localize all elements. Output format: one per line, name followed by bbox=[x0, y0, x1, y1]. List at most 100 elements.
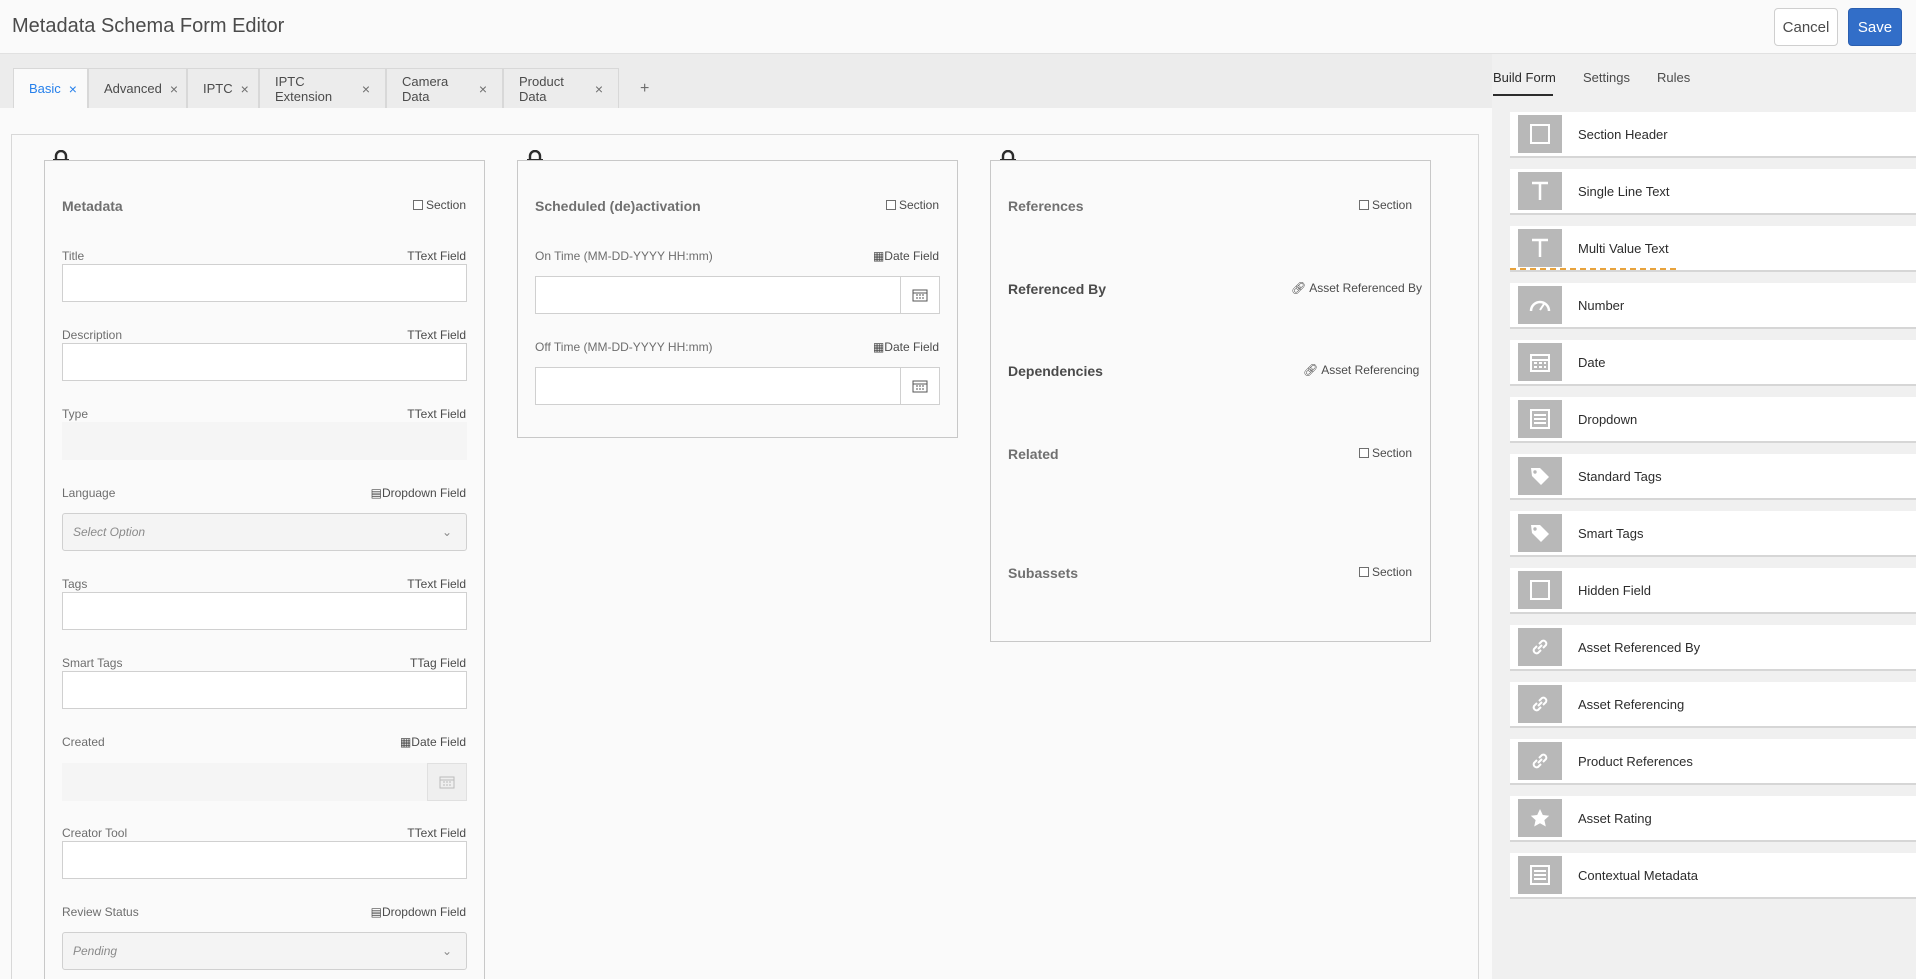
component-multi-value-text[interactable]: Multi Value Text bbox=[1510, 226, 1916, 272]
close-icon[interactable]: × bbox=[241, 81, 249, 97]
component-label: Number bbox=[1578, 297, 1625, 313]
field-label: Created bbox=[62, 735, 105, 749]
tab-label: IPTC bbox=[203, 81, 233, 96]
tab-label: Advanced bbox=[104, 81, 162, 96]
field-type: ▦Date Field bbox=[399, 735, 466, 749]
component-single-line-text[interactable]: Single Line Text bbox=[1510, 169, 1916, 215]
tab-build-form[interactable]: Build Form bbox=[1493, 70, 1556, 85]
created-field[interactable] bbox=[62, 763, 427, 801]
component-date[interactable]: Date bbox=[1510, 340, 1916, 386]
component-label: Dropdown bbox=[1578, 411, 1638, 427]
text-t-icon: T bbox=[407, 328, 415, 342]
section-title: Scheduled (de)activation bbox=[535, 198, 701, 214]
add-tab-button[interactable]: + bbox=[640, 80, 649, 98]
tab-rules[interactable]: Rules bbox=[1657, 70, 1690, 85]
section-type: 🔗︎ Asset Referencing bbox=[1303, 363, 1420, 377]
checkbox-icon bbox=[1359, 567, 1369, 577]
tab-iptc[interactable]: IPTC × bbox=[187, 68, 259, 108]
close-icon[interactable]: × bbox=[479, 81, 487, 97]
tab-label: Camera Data bbox=[402, 73, 449, 104]
component-asset-rating[interactable]: Asset Rating bbox=[1510, 796, 1916, 842]
review-status-dropdown[interactable]: Pending ⌄ bbox=[62, 932, 467, 970]
star-icon bbox=[1518, 799, 1562, 837]
component-label: Standard Tags bbox=[1578, 468, 1662, 484]
checkbox-icon bbox=[1359, 448, 1369, 458]
text-t-icon: T bbox=[407, 577, 415, 591]
link-icon bbox=[1518, 628, 1562, 666]
save-button[interactable]: Save bbox=[1848, 8, 1902, 46]
tags-field[interactable] bbox=[62, 592, 467, 630]
component-smart-tags[interactable]: Smart Tags bbox=[1510, 511, 1916, 557]
component-contextual-metadata[interactable]: Contextual Metadata bbox=[1510, 853, 1916, 899]
section-title: Metadata bbox=[62, 198, 123, 214]
tab-iptc-extension[interactable]: IPTC Extension × bbox=[259, 68, 386, 108]
chevron-down-icon: ⌄ bbox=[441, 944, 452, 958]
link-icon bbox=[1518, 742, 1562, 780]
field-label: Language bbox=[62, 486, 116, 500]
title-field[interactable] bbox=[62, 264, 467, 302]
section-type: Section bbox=[413, 198, 466, 212]
type-field[interactable] bbox=[62, 422, 467, 460]
field-type: ▦Date Field bbox=[872, 249, 939, 263]
section-title: Subassets bbox=[1008, 565, 1079, 581]
creator-tool-field[interactable] bbox=[62, 841, 467, 879]
component-label: Asset Rating bbox=[1578, 810, 1652, 826]
tab-camera-data[interactable]: Camera Data × bbox=[386, 68, 503, 108]
tab-label: Basic bbox=[29, 81, 61, 96]
component-asset-referencing[interactable]: Asset Referencing bbox=[1510, 682, 1916, 728]
description-field[interactable] bbox=[62, 343, 467, 381]
tag-icon bbox=[1518, 457, 1562, 495]
field-label: Creator Tool bbox=[62, 826, 128, 840]
field-type: TText Field bbox=[407, 249, 466, 263]
text-t-icon: T bbox=[407, 407, 415, 421]
field-label: Tags bbox=[62, 577, 88, 591]
tab-advanced[interactable]: Advanced × bbox=[88, 68, 187, 108]
close-icon[interactable]: × bbox=[595, 81, 603, 97]
tab-product-data[interactable]: Product Data × bbox=[503, 68, 619, 108]
text-t-icon bbox=[1518, 229, 1562, 267]
component-asset-referenced-by[interactable]: Asset Referenced By bbox=[1510, 625, 1916, 671]
language-dropdown[interactable]: Select Option ⌄ bbox=[62, 513, 467, 551]
dropdown-value: Pending bbox=[73, 944, 118, 958]
off-time-field[interactable] bbox=[535, 367, 901, 405]
component-dropdown[interactable]: Dropdown bbox=[1510, 397, 1916, 443]
calendar-icon: ▦ bbox=[399, 735, 412, 749]
cancel-button[interactable]: Cancel bbox=[1774, 8, 1838, 46]
dropdown-list-icon bbox=[1518, 400, 1562, 438]
close-icon[interactable]: × bbox=[170, 81, 178, 97]
smart-tags-field[interactable] bbox=[62, 671, 467, 709]
component-number[interactable]: Number bbox=[1510, 283, 1916, 329]
component-label: Single Line Text bbox=[1578, 183, 1670, 199]
calendar-icon: ▦ bbox=[872, 249, 885, 263]
calendar-button[interactable] bbox=[900, 276, 940, 314]
section-type: Section bbox=[1359, 446, 1412, 460]
tab-label: IPTC Extension bbox=[275, 73, 333, 104]
component-label: Smart Tags bbox=[1578, 525, 1644, 541]
close-icon[interactable]: × bbox=[69, 81, 77, 97]
checkbox-icon bbox=[886, 200, 896, 210]
dropdown-list-icon: ▤ bbox=[370, 905, 382, 919]
on-time-field[interactable] bbox=[535, 276, 901, 314]
component-product-references[interactable]: Product References bbox=[1510, 739, 1916, 785]
field-label: Type bbox=[62, 407, 89, 421]
calendar-button[interactable] bbox=[900, 367, 940, 405]
component-section-header[interactable]: Section Header bbox=[1510, 112, 1916, 158]
form-tab-bar: Basic × Advanced × IPTC × IPTC Extension × C… bbox=[0, 54, 1492, 108]
calendar-icon bbox=[1518, 343, 1562, 381]
chevron-down-icon: ⌄ bbox=[441, 525, 452, 539]
component-standard-tags[interactable]: Standard Tags bbox=[1510, 454, 1916, 500]
drop-indicator bbox=[1510, 268, 1676, 270]
dropdown-list-icon bbox=[1518, 856, 1562, 894]
close-icon[interactable]: × bbox=[362, 81, 370, 97]
field-label: Smart Tags bbox=[62, 656, 123, 670]
section-type: Section bbox=[1359, 565, 1412, 579]
link-icon bbox=[1518, 685, 1562, 723]
calendar-button[interactable] bbox=[427, 763, 467, 801]
text-t-icon: T bbox=[407, 249, 415, 263]
tab-basic[interactable]: Basic × bbox=[13, 68, 88, 108]
dropdown-list-icon: ▤ bbox=[370, 486, 382, 500]
section-title: Referenced By bbox=[1008, 281, 1107, 297]
tab-settings[interactable]: Settings bbox=[1583, 70, 1630, 85]
field-type: TTag Field bbox=[409, 656, 466, 670]
component-hidden-field[interactable]: Hidden Field bbox=[1510, 568, 1916, 614]
